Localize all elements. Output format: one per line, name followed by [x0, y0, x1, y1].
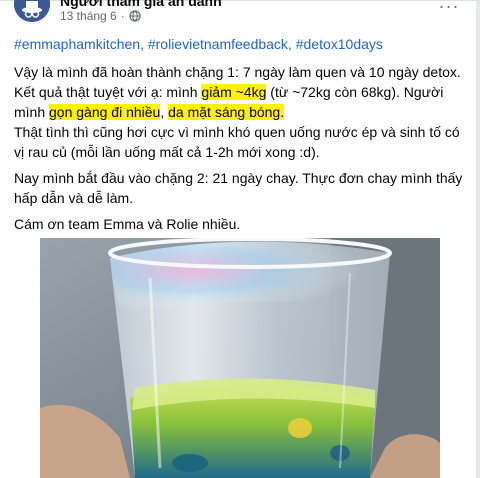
post-text: mình: [14, 104, 50, 120]
post-header: Người tham gia ẩn danh 13 tháng 6 · ···: [0, 0, 480, 34]
post-text: Thật tình thì cũng hơi cực vì mình khó q…: [14, 124, 460, 140]
post-text: vị rau củ (mỗi lần uống mất cả 1-2h mới …: [14, 144, 320, 160]
highlighted-text: da mặt sáng bóng.: [168, 104, 285, 120]
post-text: ,: [160, 104, 169, 120]
hashtag-separator: ,: [140, 36, 148, 52]
post-body: Vậy là mình đã hoàn thành chặng 1: 7 ngà…: [14, 62, 470, 240]
hashtag-link[interactable]: #detox10days: [296, 36, 383, 52]
post-timestamp[interactable]: 13 tháng 6: [60, 9, 117, 23]
post-text: (từ ~72kg còn 68kg). Người: [266, 84, 444, 100]
post-photo[interactable]: [40, 238, 440, 478]
post-text: Nay mình bắt đầu vào chặng 2: 21 ngày ch…: [14, 170, 463, 186]
post-text: Cám ơn team Emma và Rolie nhiều.: [14, 216, 241, 232]
hashtag-list: #emmaphamkitchen, #rolievietnamfeedback,…: [14, 36, 383, 52]
post-text: Kết quả thật tuyệt với ạ: mình: [14, 84, 202, 100]
post-paragraph: Cám ơn team Emma và Rolie nhiều.: [14, 214, 470, 234]
scrollbar-track[interactable]: [476, 0, 480, 478]
meta-separator: ·: [120, 9, 125, 23]
post-text: hấp dẫn và dễ làm.: [14, 190, 134, 206]
highlighted-text: gọn gàng đi nhiều: [49, 104, 161, 120]
author-name[interactable]: Người tham gia ẩn danh: [60, 0, 222, 9]
highlighted-text: giảm ~4kg: [201, 84, 267, 100]
post-paragraph: Nay mình bắt đầu vào chặng 2: 21 ngày ch…: [14, 168, 470, 208]
post-meta: 13 tháng 6 ·: [60, 9, 141, 23]
post-paragraph: Vậy là mình đã hoàn thành chặng 1: 7 ngà…: [14, 62, 470, 162]
post-text: Vậy là mình đã hoàn thành chặng 1: 7 ngà…: [14, 64, 461, 80]
globe-icon: [129, 10, 141, 22]
more-options-icon[interactable]: ···: [437, 0, 461, 16]
hashtag-link[interactable]: #emmaphamkitchen: [14, 36, 140, 52]
hashtag-link[interactable]: #rolievietnamfeedback: [148, 36, 288, 52]
hashtag-separator: ,: [287, 36, 296, 52]
anonymous-avatar-icon[interactable]: [14, 0, 50, 22]
